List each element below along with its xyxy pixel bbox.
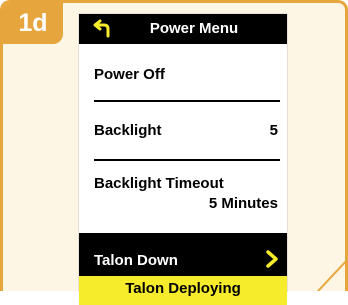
backlight-value: 5: [269, 122, 278, 139]
divider: [94, 159, 280, 161]
title-bar: Power Menu: [79, 14, 287, 44]
menu-item-power-off[interactable]: Power Off: [94, 66, 165, 83]
menu-item-talon-down[interactable]: Talon Down: [79, 233, 287, 276]
divider: [94, 100, 280, 102]
step-badge: 1d: [3, 3, 63, 44]
menu-item-backlight-timeout[interactable]: Backlight Timeout: [94, 175, 224, 192]
menu-item-backlight[interactable]: Backlight: [94, 122, 162, 139]
talon-down-label: Talon Down: [94, 252, 178, 269]
backlight-timeout-value: 5 Minutes: [208, 195, 278, 212]
device-screen: Power Menu Power Off Backlight 5 Backlig…: [79, 14, 287, 305]
screen-title: Power Menu: [149, 20, 239, 37]
chevron-right-icon: [266, 250, 278, 268]
back-arrow-icon[interactable]: [92, 19, 112, 39]
